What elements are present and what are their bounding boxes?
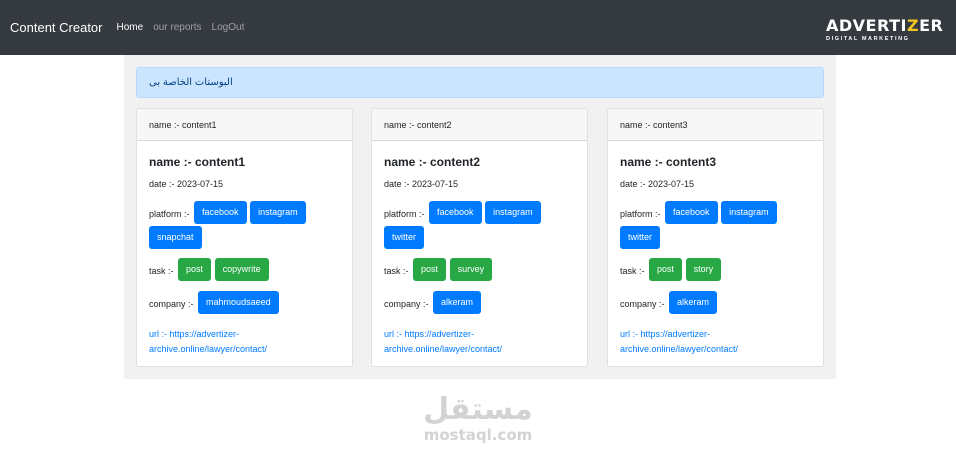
company-button[interactable]: alkeram: [433, 291, 482, 314]
platform-button-instagram[interactable]: instagram: [485, 201, 541, 224]
platform-button-facebook[interactable]: facebook: [194, 201, 247, 224]
platform-button-facebook[interactable]: facebook: [665, 201, 718, 224]
platform-button-twitter[interactable]: twitter: [620, 226, 661, 249]
platform-row: platform :- facebook instagram snapchat: [149, 201, 342, 251]
nav-link-logout[interactable]: LogOut: [212, 22, 245, 33]
task-row: task :- post survey: [384, 258, 577, 283]
logo-subtitle: DIGITAL MARKETING: [826, 36, 910, 42]
company-row: company :- alkeram: [620, 291, 813, 316]
company-row: company :- alkeram: [384, 291, 577, 316]
top-navbar: Content Creator Home our reports LogOut …: [0, 0, 956, 55]
watermark-arabic: مستقل: [423, 392, 533, 427]
company-button[interactable]: mahmoudsaeed: [198, 291, 279, 314]
task-button-post[interactable]: post: [178, 258, 212, 281]
company-button[interactable]: alkeram: [669, 291, 718, 314]
task-label: task :-: [620, 265, 645, 276]
card-header: name :- content1: [137, 109, 352, 141]
task-button-post[interactable]: post: [649, 258, 683, 281]
nav-link-home[interactable]: Home: [117, 22, 144, 33]
platform-button-instagram[interactable]: instagram: [250, 201, 306, 224]
card-title: name :- content3: [620, 155, 717, 169]
card-header: name :- content2: [372, 109, 587, 141]
task-row: task :- post copywrite: [149, 258, 342, 283]
card-date: date :- 2023-07-15: [384, 179, 459, 189]
card-url-link[interactable]: url :- https://advertizer-archive.online…: [384, 327, 577, 357]
company-label: company :-: [620, 298, 665, 309]
mostaql-watermark: مستقل mostaql.com: [418, 392, 538, 444]
task-label: task :-: [149, 265, 174, 276]
watermark-latin: mostaql.com: [423, 426, 533, 444]
company-label: company :-: [384, 298, 429, 309]
platform-label: platform :-: [620, 208, 661, 219]
task-button-survey[interactable]: survey: [449, 258, 493, 281]
platform-row: platform :- facebook instagram twitter: [384, 201, 577, 251]
nav-link-reports[interactable]: our reports: [153, 22, 201, 33]
platform-label: platform :-: [149, 208, 190, 219]
card-date: date :- 2023-07-15: [620, 179, 695, 189]
content-card: name :- content2 name :- content2 date :…: [371, 108, 588, 367]
posts-alert: البوستات الخاصة بى: [136, 67, 824, 98]
company-row: company :- mahmoudsaeed: [149, 291, 342, 316]
content-card: name :- content3 name :- content3 date :…: [607, 108, 824, 367]
task-label: task :-: [384, 265, 409, 276]
task-button-story[interactable]: story: [685, 258, 722, 281]
content-card: name :- content1 name :- content1 date :…: [136, 108, 353, 367]
platform-button-facebook[interactable]: facebook: [429, 201, 482, 224]
company-label: company :-: [149, 298, 194, 309]
task-row: task :- post story: [620, 258, 813, 283]
card-title: name :- content2: [384, 155, 481, 169]
platform-button-instagram[interactable]: instagram: [721, 201, 777, 224]
navbar-brand[interactable]: Content Creator: [10, 20, 103, 35]
platform-label: platform :-: [384, 208, 425, 219]
content-container: البوستات الخاصة بى name :- content1 name…: [124, 55, 836, 379]
card-title: name :- content1: [149, 155, 246, 169]
card-url-link[interactable]: url :- https://advertizer-archive.online…: [620, 327, 813, 357]
task-button-post[interactable]: post: [413, 258, 447, 281]
platform-row: platform :- facebook instagram twitter: [620, 201, 813, 251]
advertizer-logo[interactable]: ADVERTIZER DIGITAL MARKETING: [826, 16, 944, 46]
platform-button-snapchat[interactable]: snapchat: [149, 226, 202, 249]
platform-button-twitter[interactable]: twitter: [384, 226, 425, 249]
card-date: date :- 2023-07-15: [149, 179, 224, 189]
task-button-copywrite[interactable]: copywrite: [214, 258, 269, 281]
card-url-link[interactable]: url :- https://advertizer-archive.online…: [149, 327, 342, 357]
logo-wordmark: ADVERTIZER: [826, 16, 944, 35]
card-header: name :- content3: [608, 109, 823, 141]
